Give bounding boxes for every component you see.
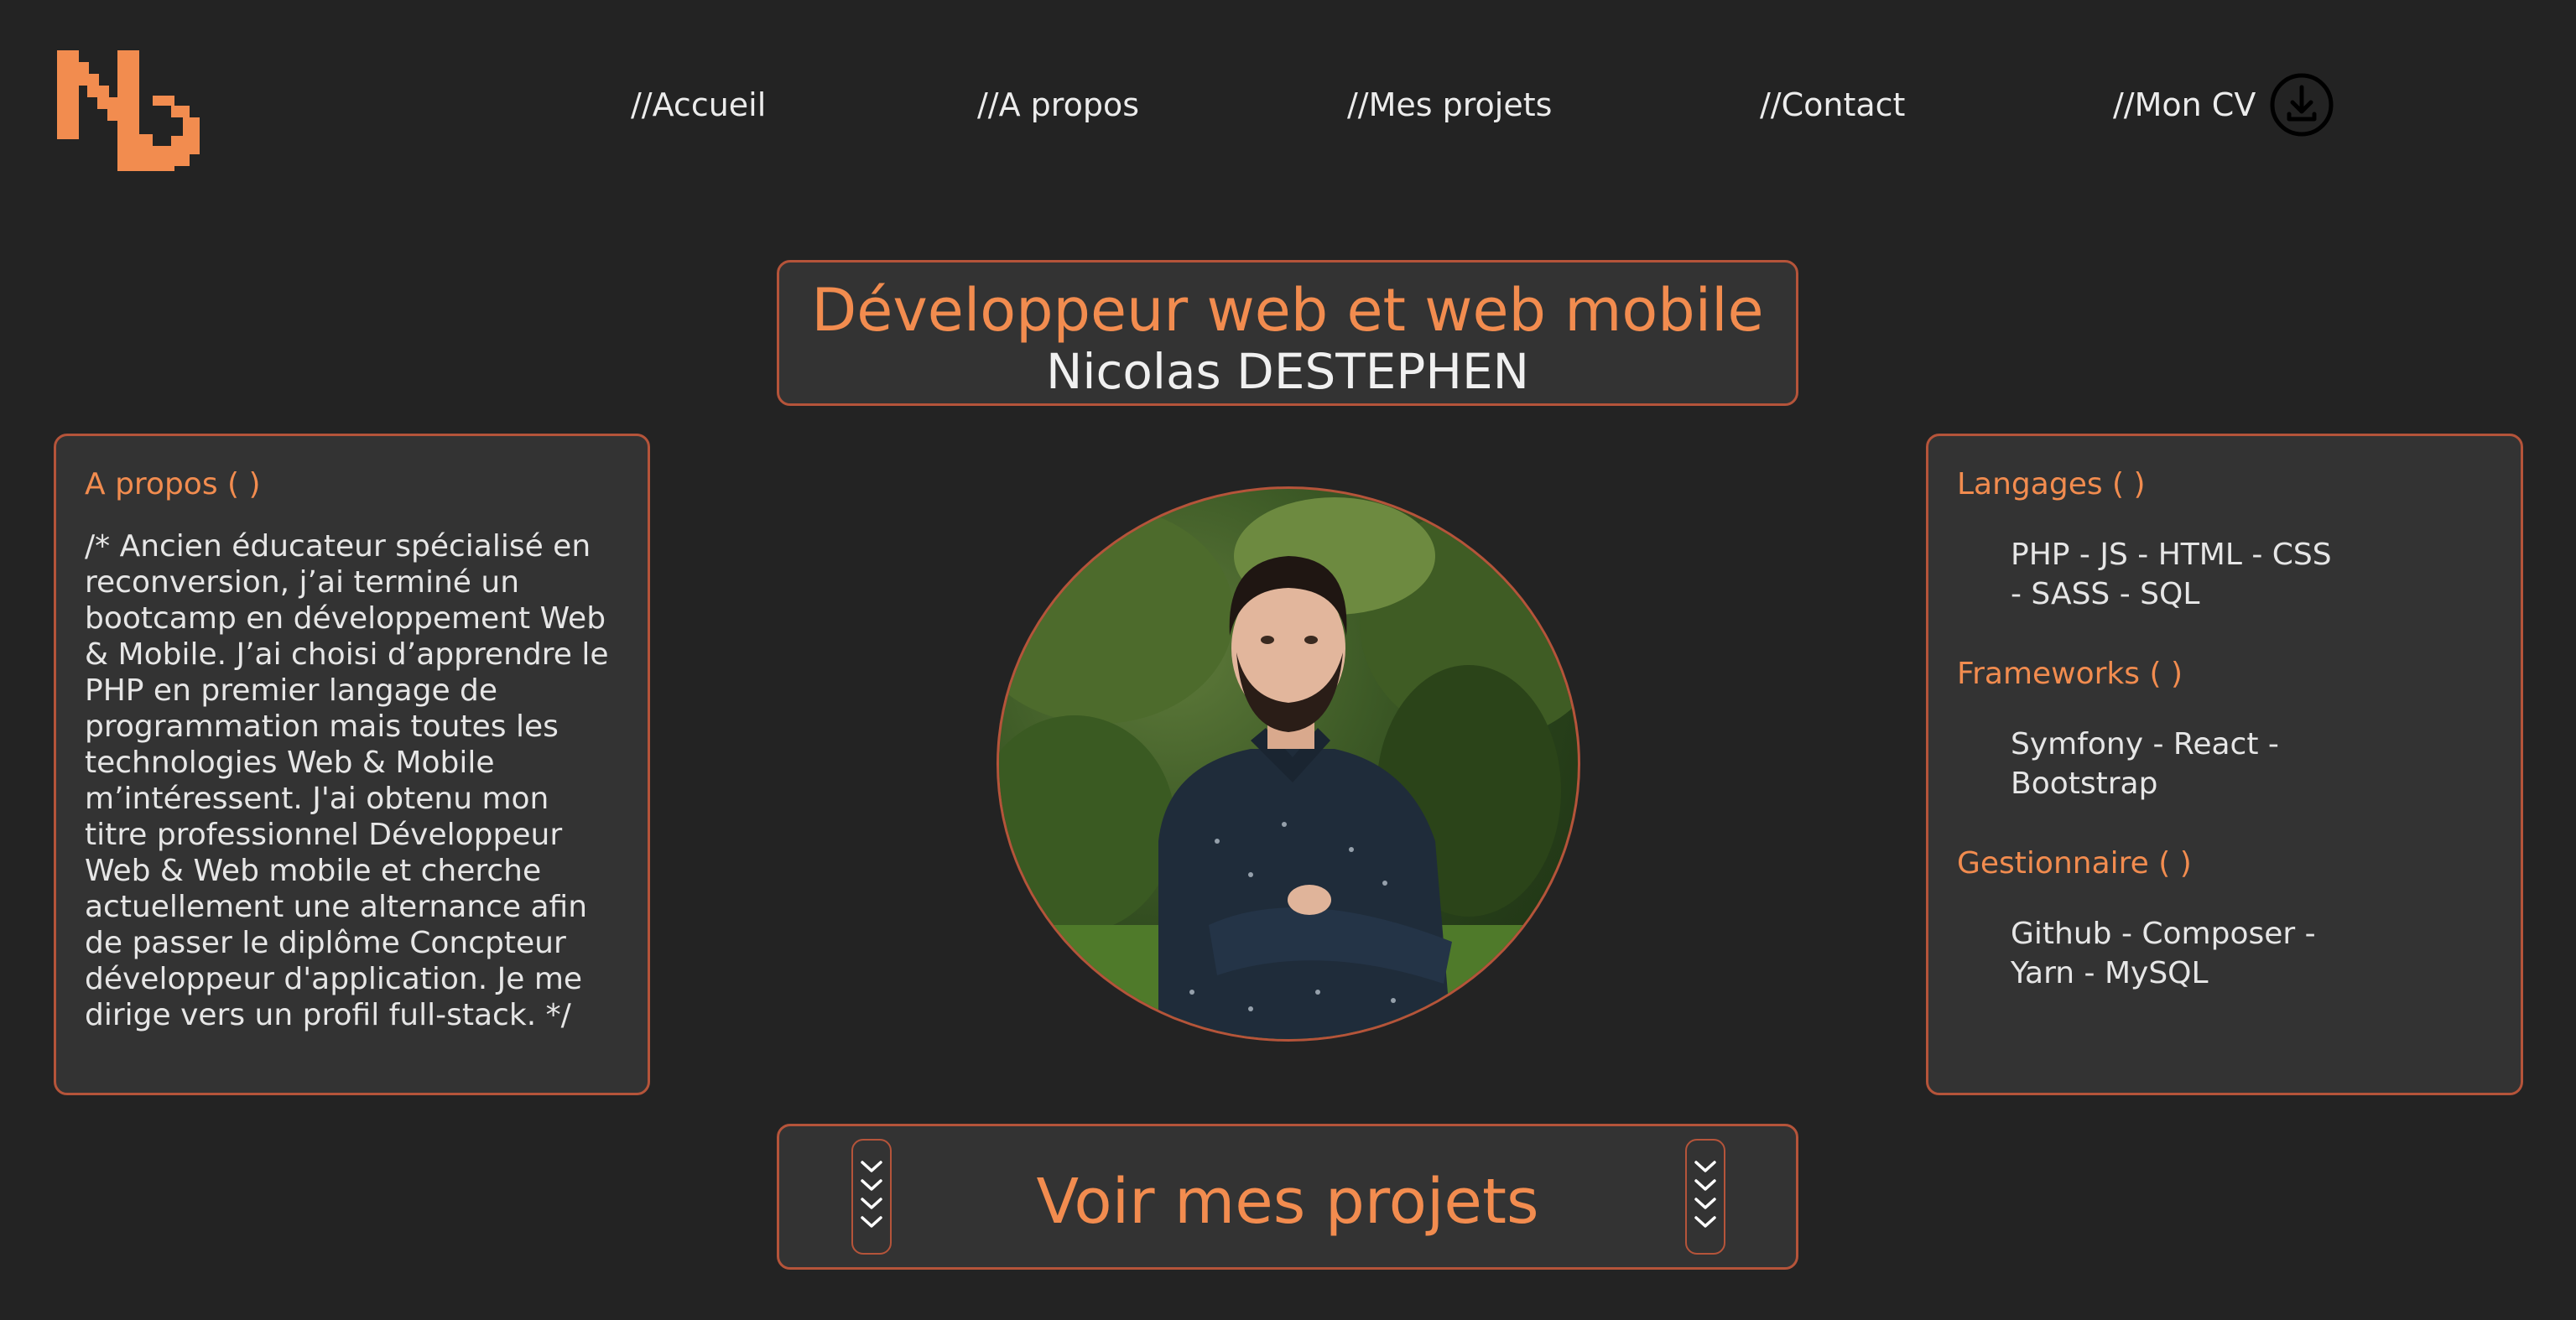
skill-list: Github - Composer - Yarn - MySQL <box>2011 917 2316 990</box>
see-projects-label: Voir mes projets <box>1036 1166 1539 1238</box>
see-projects-button[interactable]: Voir mes projets <box>777 1124 1798 1270</box>
about-heading: A propos ( ) <box>85 467 261 501</box>
skill-heading: Gestionnaire ( ) <box>1957 846 2192 881</box>
hero-title: Développeur web et web mobile <box>811 276 1764 345</box>
nav-link-a-propos[interactable]: //A propos <box>977 86 1139 124</box>
hero-name: Nicolas DESTEPHEN <box>1045 343 1529 400</box>
portfolio-page: //Accueil //A propos //Mes projets //Con… <box>0 0 2576 1320</box>
profile-photo <box>997 486 1580 1042</box>
skill-group-gestionnaire: Gestionnaire ( ) Github - Composer - Yar… <box>1957 845 2492 993</box>
skill-group-langages: Langages ( ) PHP - JS - HTML - CSS - SAS… <box>1957 466 2492 614</box>
skill-list: PHP - JS - HTML - CSS - SASS - SQL <box>2011 538 2332 611</box>
nav-link-mes-projets[interactable]: //Mes projets <box>1347 86 1552 124</box>
skill-list: Symfony - React - Bootstrap <box>2011 727 2279 801</box>
download-icon[interactable] <box>2269 72 2334 138</box>
about-card: A propos ( ) /* Ancien éducateur spécial… <box>54 434 650 1095</box>
nav-link-accueil[interactable]: //Accueil <box>631 86 766 124</box>
skills-card: Langages ( ) PHP - JS - HTML - CSS - SAS… <box>1926 434 2523 1095</box>
about-text: /* Ancien éducateur spécialisé en reconv… <box>85 529 609 1032</box>
chevrons-down-icon <box>1685 1139 1725 1255</box>
skill-heading: Frameworks ( ) <box>1957 657 2183 691</box>
hero-title-box: Développeur web et web mobile Nicolas DE… <box>777 260 1798 406</box>
skill-heading: Langages ( ) <box>1957 467 2146 501</box>
profile-photo-illustration <box>999 497 1578 1039</box>
nd-logo[interactable] <box>57 45 211 171</box>
nav-link-mon-cv[interactable]: //Mon CV <box>2113 86 2256 124</box>
skill-group-frameworks: Frameworks ( ) Symfony - React - Bootstr… <box>1957 656 2492 803</box>
nav-link-contact[interactable]: //Contact <box>1760 86 1905 124</box>
